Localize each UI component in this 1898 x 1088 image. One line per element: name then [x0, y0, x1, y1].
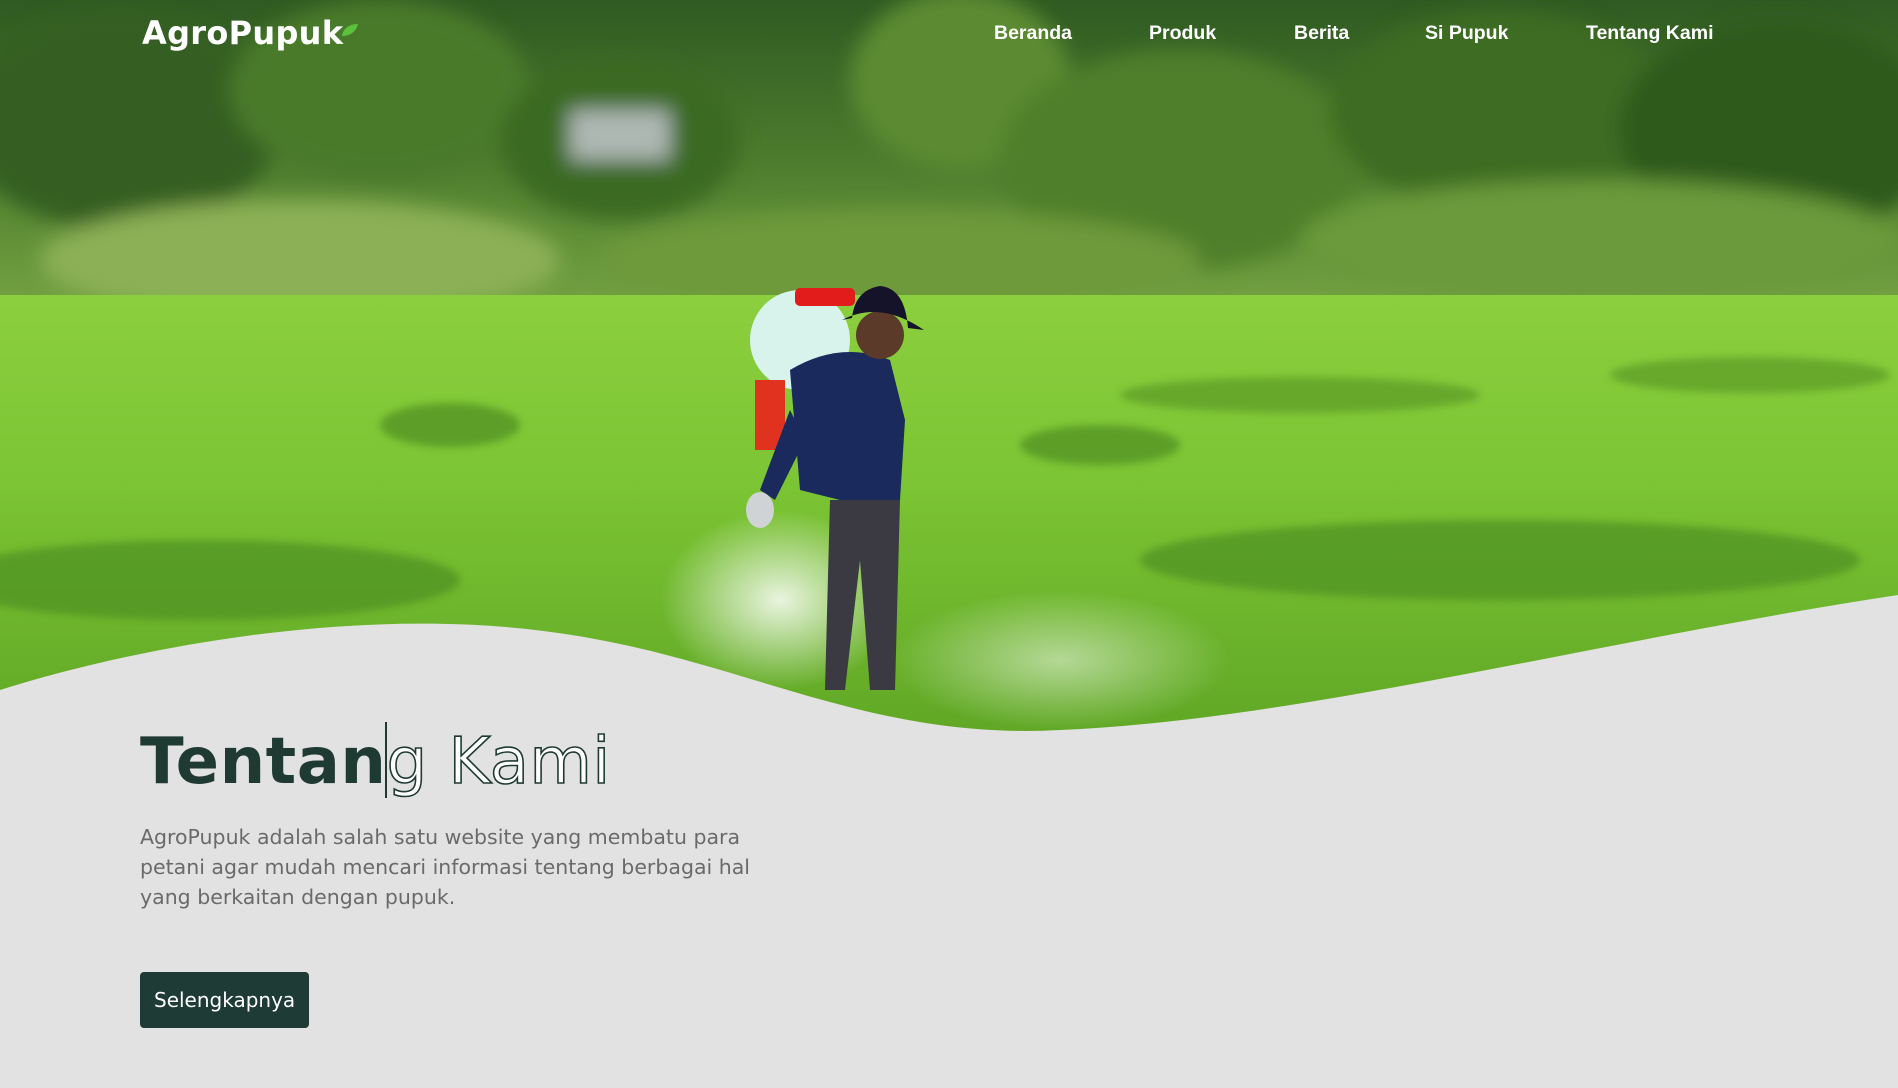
navbar: AgroPupuk Beranda Produk Berita Si Pupuk… — [0, 0, 1898, 74]
title-part-outline: g Kami — [386, 725, 611, 799]
nav-item-produk[interactable]: Produk — [1149, 22, 1216, 45]
about-description: AgroPupuk adalah salah satu website yang… — [140, 825, 750, 909]
leaf-icon — [341, 7, 359, 45]
page: AgroPupuk Beranda Produk Berita Si Pupuk… — [0, 0, 1898, 1088]
hero-image — [0, 0, 1898, 750]
text-caret — [385, 722, 387, 798]
brand-name: AgroPupuk — [142, 14, 344, 52]
page-title: Tentang Kami — [140, 722, 840, 798]
brand-logo[interactable]: AgroPupuk — [142, 14, 359, 52]
nav-item-berita[interactable]: Berita — [1294, 22, 1349, 45]
about-section: Tentang Kami AgroPupuk adalah salah satu… — [140, 722, 840, 1028]
nav-item-si-pupuk[interactable]: Si Pupuk — [1425, 22, 1508, 45]
nav-item-beranda[interactable]: Beranda — [994, 22, 1072, 45]
title-part-bold: Tentan — [140, 725, 387, 799]
selengkapnya-button[interactable]: Selengkapnya — [140, 972, 310, 1028]
nav-item-tentang-kami[interactable]: Tentang Kami — [1586, 22, 1713, 45]
